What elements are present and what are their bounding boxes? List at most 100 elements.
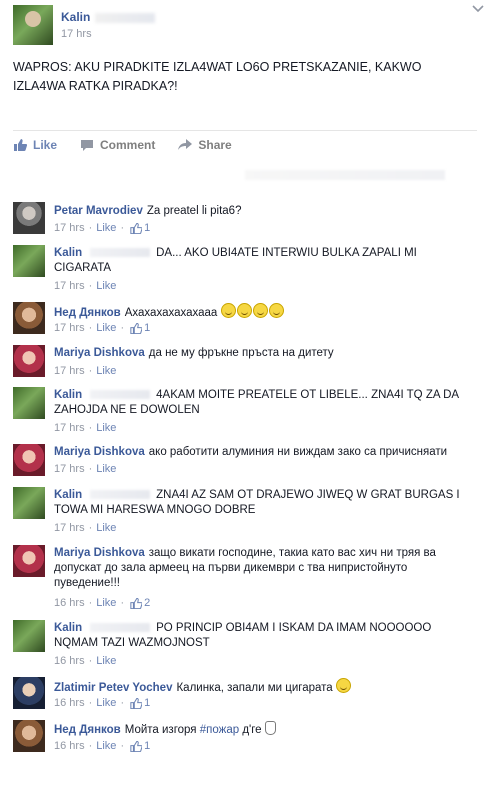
commenter-name[interactable]: Kalin [54,389,82,401]
comment-body: Zlatimir Petev Yochev Калинка, запали ми … [54,678,476,696]
comment-meta: 17 hrs · Like [54,522,117,534]
pointing-hand-icon [264,721,276,735]
comment-time[interactable]: 16 hrs [54,697,85,709]
comment-meta: 16 hrs · Like · 1 [54,697,151,709]
redacted-name [95,12,156,23]
comment-body: Нед Дянков Ахахахахахахааа [54,303,476,321]
laughing-emoji-icon [268,303,284,318]
commenter-name[interactable]: Нед Дянков [54,724,121,736]
comment-meta: 16 hrs · Like · 2 [54,597,151,609]
post-author-avatar[interactable] [13,5,53,45]
like-button[interactable]: Like [13,138,57,152]
comment-body: Mariya Dishkova да не му фръкне пръста на… [54,346,476,361]
redacted-name [90,490,151,500]
comment-like-link[interactable]: Like [96,365,116,377]
comment-meta: 17 hrs · Like [54,280,117,292]
comment-body: Kalin DA... AKO UBI4ATE INTERWIU BULKA ZA… [54,246,476,276]
laughing-emoji-icon [252,303,268,318]
comment-like-link[interactable]: Like [96,280,116,292]
commenter-name[interactable]: Kalin [54,489,82,501]
commenter-avatar[interactable] [13,487,45,519]
comment-button[interactable]: Comment [80,138,155,152]
hashtag-link[interactable]: #пожар [200,724,239,736]
post-text: WAPROS: AKU PIRADKITE IZLA4WAT LO6O PRET… [13,60,422,93]
commenter-name[interactable]: Kalin [54,622,82,634]
redacted-name [90,390,151,400]
commenter-avatar[interactable] [13,444,45,476]
comment-meta: 16 hrs · Like · 1 [54,740,151,752]
comment-meta: 17 hrs · Like [54,422,117,434]
redacted-strip [245,170,445,180]
comment-time[interactable]: 17 hrs [54,522,85,534]
redacted-name [90,623,151,633]
like-label: Like [33,138,58,152]
comment-like-link[interactable]: Like [96,740,116,752]
comment-time[interactable]: 17 hrs [54,463,85,475]
thumbs-up-icon [130,322,143,334]
comment-text-after: д'ге [242,724,262,736]
commenter-name[interactable]: Нед Дянков [54,307,121,319]
comment-time[interactable]: 17 hrs [54,322,85,334]
comment-text: ако работити алуминия ни виждам зако са … [148,446,448,458]
commenter-avatar[interactable] [13,387,45,419]
post-timestamp[interactable]: 17 hrs [61,28,92,40]
like-count[interactable]: 2 [130,597,150,609]
commenter-name[interactable]: Mariya Dishkova [54,446,145,458]
comment-time[interactable]: 17 hrs [54,365,85,377]
commenter-avatar[interactable] [13,720,45,752]
post-author-name[interactable]: Kalin [61,10,156,24]
thumbs-up-icon [130,222,143,234]
redacted-name [90,248,151,258]
commenter-avatar[interactable] [13,677,45,709]
commenter-name[interactable]: Zlatimir Petev Yochev [54,682,172,694]
comment-body: Mariya Dishkova ако работити алуминия ни … [54,445,476,460]
like-count[interactable]: 1 [130,697,150,709]
comment-time[interactable]: 16 hrs [54,655,85,667]
commenter-avatar[interactable] [13,202,45,234]
comment-text: Ахахахахахахааа [124,307,218,319]
comment-like-link[interactable]: Like [96,597,116,609]
commenter-name[interactable]: Mariya Dishkova [54,347,145,359]
comment-like-link[interactable]: Like [96,422,116,434]
divider [13,130,477,131]
like-count[interactable]: 1 [130,222,150,234]
commenter-name[interactable]: Petar Mavrodiev [54,205,143,217]
comment-like-link[interactable]: Like [96,655,116,667]
chevron-down-icon[interactable] [472,2,484,16]
comment-time[interactable]: 17 hrs [54,222,85,234]
commenter-name[interactable]: Mariya Dishkova [54,547,145,559]
comment-like-link[interactable]: Like [96,322,116,334]
commenter-avatar[interactable] [13,620,45,652]
comment-text: да не му фръкне пръста на дитету [148,347,334,359]
post-card: Kalin 17 hrs WAPROS: AKU PIRADKITE IZLA4… [0,0,490,160]
commenter-avatar[interactable] [13,245,45,277]
commenter-avatar[interactable] [13,302,45,334]
comment-like-link[interactable]: Like [96,222,116,234]
comment-like-link[interactable]: Like [96,522,116,534]
like-count-value: 1 [144,740,151,752]
share-icon [178,139,193,151]
like-count-value: 1 [144,222,151,234]
laughing-emoji-icon [220,303,236,318]
comment-time[interactable]: 17 hrs [54,422,85,434]
comment-time[interactable]: 17 hrs [54,280,85,292]
post-actions: Like Comment Share [13,138,255,152]
commenter-name[interactable]: Kalin [54,247,82,259]
thumbs-up-icon [130,740,143,752]
comment-time[interactable]: 16 hrs [54,597,85,609]
share-button[interactable]: Share [178,138,232,152]
like-count[interactable]: 1 [130,322,150,334]
comment-time[interactable]: 16 hrs [54,740,85,752]
comment-meta: 17 hrs · Like · 1 [54,322,151,334]
comment-body: Petar Mavrodiev Za preatel li pita6? [54,204,476,219]
comment-text: Калинка, запали ми цигарата [176,682,333,694]
post-author-label[interactable]: Kalin [61,10,90,24]
commenter-avatar[interactable] [13,345,45,377]
comment-like-link[interactable]: Like [96,697,116,709]
thumbs-up-icon [130,597,143,609]
commenter-avatar[interactable] [13,545,45,577]
like-count[interactable]: 1 [130,740,150,752]
like-count-value: 1 [144,322,151,334]
comment-label: Comment [100,138,156,152]
comment-like-link[interactable]: Like [96,463,116,475]
